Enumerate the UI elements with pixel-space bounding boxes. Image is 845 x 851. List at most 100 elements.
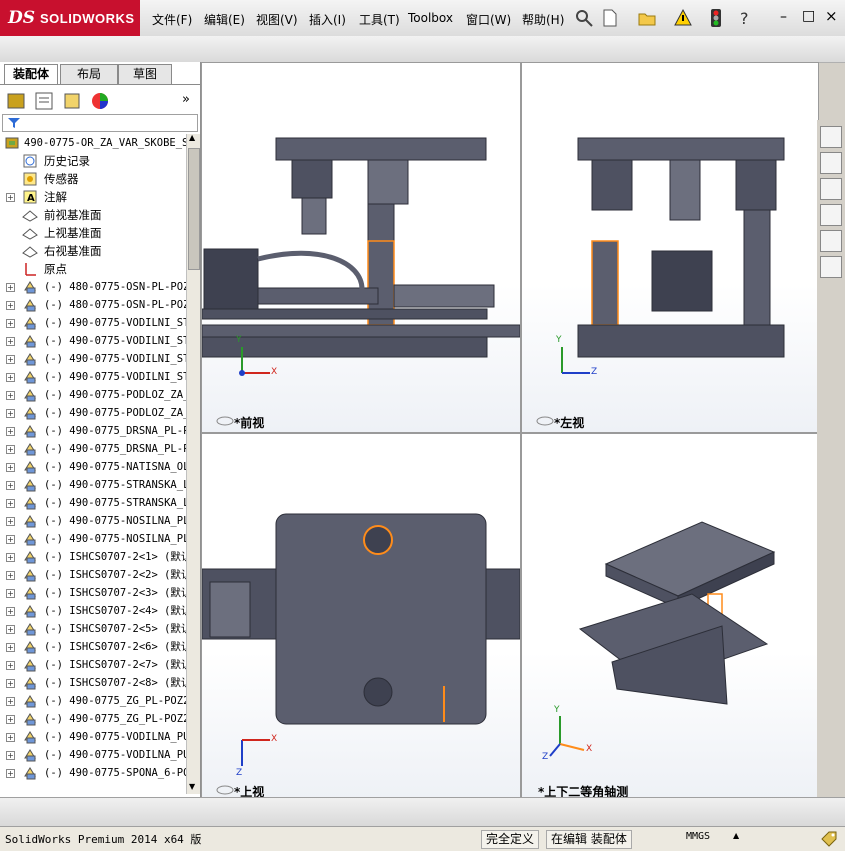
menu-file[interactable]: 文件(F): [152, 11, 192, 28]
tree-component-row[interactable]: + (-) ISHCS0707-2<3> (默认: [0, 584, 186, 602]
units-arrow-icon[interactable]: ▲: [733, 831, 739, 840]
tree-component-row[interactable]: + (-) 490-0775-NATISNA_OL: [0, 458, 186, 476]
tree-item-history[interactable]: 历史记录: [0, 152, 186, 170]
tree-component-row[interactable]: + (-) ISHCS0707-2<2> (默认: [0, 566, 186, 584]
viewport-front[interactable]: Y X *前视: [201, 62, 521, 433]
tree-component-row[interactable]: + (-) 490-0775-VODILNI_STI: [0, 332, 186, 350]
solidworks-resources-icon[interactable]: [820, 126, 842, 148]
expand-toggle[interactable]: +: [6, 445, 15, 454]
menu-tools[interactable]: 工具(T): [359, 11, 400, 28]
expand-toggle[interactable]: +: [6, 463, 15, 472]
tree-component-row[interactable]: + (-) ISHCS0707-2<6> (默认: [0, 638, 186, 656]
expand-toggle[interactable]: +: [6, 751, 15, 760]
tree-item-annotations[interactable]: + A 注解: [0, 188, 186, 206]
pin-icon[interactable]: [574, 8, 594, 28]
tree-component-row[interactable]: + (-) 490-0775-VODILNA_PUS: [0, 746, 186, 764]
menu-help[interactable]: 帮助(H): [522, 11, 564, 28]
tree-component-row[interactable]: + (-) 480-0775-OSN-PL-POZ:: [0, 278, 186, 296]
tree-component-row[interactable]: + (-) ISHCS0707-2<4> (默认: [0, 602, 186, 620]
expand-toggle[interactable]: +: [6, 679, 15, 688]
tree-component-row[interactable]: + (-) ISHCS0707-2<7> (默认: [0, 656, 186, 674]
tree-component-row[interactable]: + (-) 490-0775-VODILNI_STI: [0, 368, 186, 386]
expand-toggle[interactable]: +: [6, 697, 15, 706]
tree-component-row[interactable]: + (-) 490-0775-VODILNA_PUS: [0, 728, 186, 746]
expand-toggle[interactable]: +: [6, 355, 15, 364]
close-button[interactable]: ×: [825, 7, 838, 25]
maximize-button[interactable]: □: [802, 8, 815, 24]
appearance-manager-icon[interactable]: [90, 91, 110, 111]
expand-toggle[interactable]: +: [6, 409, 15, 418]
tree-component-row[interactable]: + (-) 480-0775-OSN-PL-POZ:: [0, 296, 186, 314]
tree-component-row[interactable]: + (-) 490-0775-VODILNI_STI: [0, 314, 186, 332]
tree-component-row[interactable]: + (-) 490-0775-NOSILNA_PL-: [0, 530, 186, 548]
traffic-light-icon[interactable]: [708, 8, 724, 28]
expand-toggle[interactable]: +: [6, 517, 15, 526]
expand-toggle[interactable]: +: [6, 373, 15, 382]
panel-expand-icon[interactable]: »: [182, 92, 190, 107]
tree-component-row[interactable]: + (-) 490-0775_DRSNA_PL-P(: [0, 422, 186, 440]
expand-toggle[interactable]: +: [6, 571, 15, 580]
tree-component-row[interactable]: + (-) 490-0775-PODLOZ_ZA_S: [0, 386, 186, 404]
expand-toggle[interactable]: +: [6, 499, 15, 508]
tab-sketch[interactable]: 草图: [118, 64, 172, 84]
expand-toggle[interactable]: +: [6, 301, 15, 310]
viewport-top[interactable]: X Z *上视: [201, 433, 521, 799]
custom-properties-icon[interactable]: [820, 256, 842, 278]
viewport-iso[interactable]: Y X Z *上下二等角轴测: [521, 433, 819, 799]
view-palette-icon[interactable]: [820, 204, 842, 226]
file-explorer-icon[interactable]: [820, 178, 842, 200]
expand-toggle[interactable]: +: [6, 643, 15, 652]
minimize-button[interactable]: –: [780, 9, 787, 25]
menu-edit[interactable]: 编辑(E): [204, 11, 245, 28]
tree-component-row[interactable]: + (-) ISHCS0707-2<8> (默认: [0, 674, 186, 692]
menu-window[interactable]: 窗口(W): [466, 11, 511, 28]
expand-toggle[interactable]: +: [6, 733, 15, 742]
scroll-down-icon[interactable]: ▼: [189, 782, 195, 791]
menu-toolbox[interactable]: Toolbox: [408, 11, 453, 25]
solidworks-logo[interactable]: DS SOLIDWORKS: [0, 0, 140, 36]
tree-component-row[interactable]: + (-) 490-0775-NOSILNA_PL-: [0, 512, 186, 530]
tree-filter-box[interactable]: [2, 114, 198, 132]
tree-item-origin[interactable]: 原点: [0, 260, 186, 278]
tree-item-sensors[interactable]: 传感器: [0, 170, 186, 188]
tree-component-row[interactable]: + (-) 490-0775_ZG_PL-POZ2-: [0, 710, 186, 728]
tree-component-row[interactable]: + (-) 490-0775-SPONA_6-POZ: [0, 764, 186, 782]
expand-toggle[interactable]: +: [6, 625, 15, 634]
expand-toggle[interactable]: +: [6, 607, 15, 616]
design-library-icon[interactable]: [820, 152, 842, 174]
help-icon[interactable]: ?: [736, 8, 756, 28]
scrollbar-thumb[interactable]: [188, 148, 200, 270]
view-link-icon[interactable]: [536, 416, 554, 426]
tree-item-top-plane[interactable]: 上视基准面: [0, 224, 186, 242]
expand-toggle[interactable]: +: [6, 715, 15, 724]
expand-toggle[interactable]: +: [6, 283, 15, 292]
new-document-icon[interactable]: [600, 8, 620, 28]
open-folder-icon[interactable]: [637, 8, 657, 28]
tree-component-row[interactable]: + (-) 490-0775-STRANSKA_LI: [0, 494, 186, 512]
tree-root[interactable]: 490-0775-OR_ZA_VAR_SKOBE_ST: [0, 134, 186, 152]
expand-toggle[interactable]: +: [6, 193, 15, 202]
expand-toggle[interactable]: +: [6, 553, 15, 562]
viewport-left[interactable]: Y Z *左视: [521, 62, 819, 433]
scroll-up-icon[interactable]: ▲: [189, 133, 195, 142]
expand-toggle[interactable]: +: [6, 391, 15, 400]
view-link-icon[interactable]: [216, 416, 234, 426]
menu-insert[interactable]: 插入(I): [309, 11, 346, 28]
tree-component-row[interactable]: + (-) 490-0775_ZG_PL-POZ2-: [0, 692, 186, 710]
expand-toggle[interactable]: +: [6, 427, 15, 436]
configuration-manager-icon[interactable]: [62, 91, 82, 111]
tree-component-row[interactable]: + (-) 490-0775-VODILNI_STI: [0, 350, 186, 368]
view-link-icon[interactable]: [216, 785, 234, 795]
expand-toggle[interactable]: +: [6, 319, 15, 328]
expand-toggle[interactable]: +: [6, 535, 15, 544]
property-manager-icon[interactable]: [34, 91, 54, 111]
tag-icon[interactable]: [820, 830, 838, 848]
tree-component-row[interactable]: + (-) ISHCS0707-2<1> (默认: [0, 548, 186, 566]
expand-toggle[interactable]: +: [6, 481, 15, 490]
tree-component-row[interactable]: + (-) 490-0775-PODLOZ_ZA_S: [0, 404, 186, 422]
tab-assembly[interactable]: 装配体: [4, 64, 58, 84]
feature-manager-icon[interactable]: [6, 91, 26, 111]
tree-scrollbar[interactable]: ▲ ▼: [186, 133, 200, 794]
expand-toggle[interactable]: +: [6, 337, 15, 346]
appearances-icon[interactable]: [820, 230, 842, 252]
